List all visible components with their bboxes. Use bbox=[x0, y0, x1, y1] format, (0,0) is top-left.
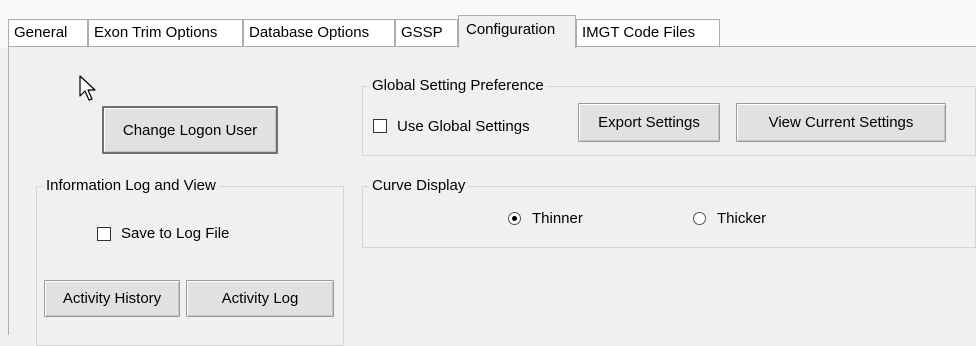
tab-strip: General Exon Trim Options Database Optio… bbox=[0, 0, 976, 48]
thinner-radio[interactable] bbox=[508, 212, 521, 225]
information-log-title: Information Log and View bbox=[43, 177, 219, 195]
global-setting-title: Global Setting Preference bbox=[369, 77, 547, 95]
use-global-settings-label: Use Global Settings bbox=[397, 118, 530, 135]
use-global-settings-checkbox[interactable] bbox=[373, 119, 387, 133]
information-log-group: Information Log and View bbox=[36, 177, 344, 346]
save-to-log-file-label: Save to Log File bbox=[121, 225, 230, 242]
mouse-pointer-icon bbox=[79, 75, 96, 101]
thicker-radio[interactable] bbox=[693, 212, 706, 225]
save-to-log-file-checkbox[interactable] bbox=[97, 227, 111, 241]
activity-history-label: Activity History bbox=[62, 290, 162, 307]
tab-gssp[interactable]: GSSP bbox=[395, 19, 458, 46]
export-settings-button[interactable]: Export Settings bbox=[578, 103, 720, 142]
curve-display-title: Curve Display bbox=[369, 177, 469, 195]
change-logon-user-button[interactable]: Change Logon User bbox=[102, 106, 278, 154]
tab-general[interactable]: General bbox=[8, 19, 88, 46]
tab-imgt-code-files[interactable]: IMGT Code Files bbox=[576, 19, 720, 46]
thinner-label: Thinner bbox=[532, 210, 583, 227]
activity-log-label: Activity Log bbox=[221, 290, 299, 307]
change-logon-user-label: Change Logon User bbox=[122, 121, 258, 139]
curve-display-group: Curve Display bbox=[362, 177, 976, 248]
view-current-settings-button[interactable]: View Current Settings bbox=[736, 103, 946, 142]
export-settings-label: Export Settings bbox=[598, 114, 700, 131]
activity-log-button[interactable]: Activity Log bbox=[186, 280, 334, 317]
tab-configuration[interactable]: Configuration bbox=[458, 15, 576, 48]
view-current-settings-label: View Current Settings bbox=[768, 114, 914, 131]
tab-exon-trim-options[interactable]: Exon Trim Options bbox=[88, 19, 243, 46]
activity-history-button[interactable]: Activity History bbox=[44, 280, 180, 317]
thicker-label: Thicker bbox=[717, 210, 767, 227]
tab-database-options[interactable]: Database Options bbox=[243, 19, 395, 46]
